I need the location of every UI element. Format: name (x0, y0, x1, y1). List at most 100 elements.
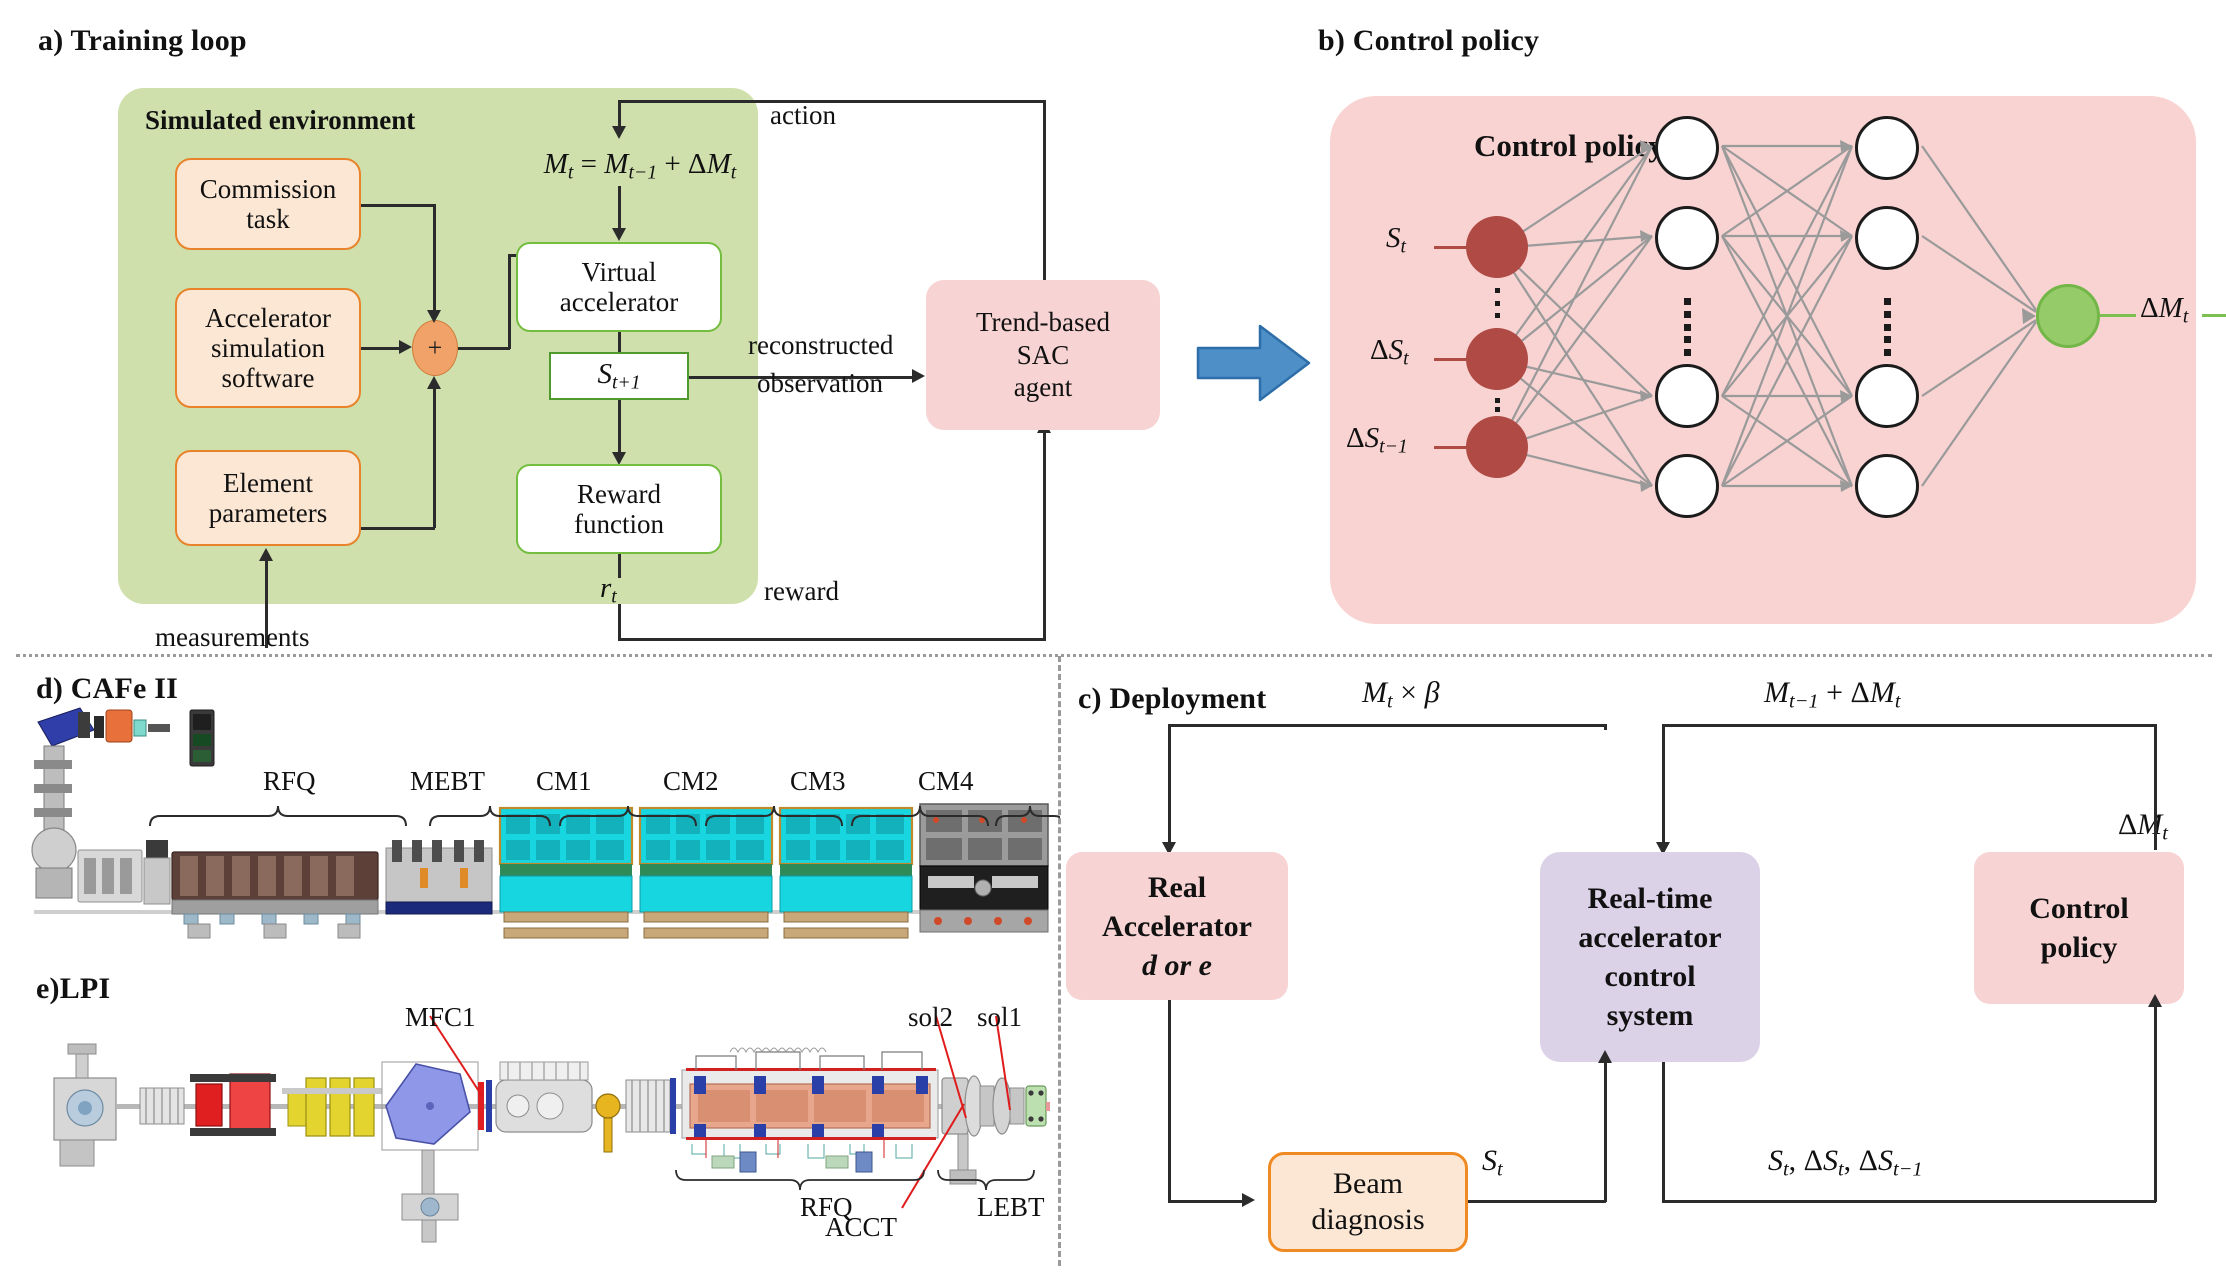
input-label-dst1: ΔSt−1 (1346, 422, 1408, 458)
element-parameters-box[interactable]: Element parameters (175, 450, 361, 546)
deploy-policy-line1: Control (2029, 892, 2129, 925)
measurements-label: measurements (155, 622, 310, 652)
horizontal-divider (16, 654, 2212, 657)
agent-line2: SAC (1016, 339, 1070, 370)
edge-c-policy-riser (2154, 724, 2157, 850)
cafe2-label-mebt: MEBT (410, 766, 486, 796)
rtacs-line3: control (1604, 960, 1696, 993)
real-accelerator-box[interactable]: Real Accelerator d or e (1066, 852, 1288, 1000)
hidden1-node-2 (1655, 206, 1719, 270)
arrowhead-commission-to-sum (427, 310, 441, 323)
edge-element-to-sum-v (433, 388, 436, 528)
arrowhead-accelsim-to-sum (399, 340, 412, 354)
virtual-accelerator-box[interactable]: Virtual accelerator (516, 242, 722, 332)
transition-arrow-icon (1196, 324, 1311, 402)
commission-task-line2: task (246, 204, 290, 234)
arrowhead-observation (912, 369, 925, 383)
cafe2-section-braces (149, 805, 1060, 827)
edge-mt-to-virtual (618, 186, 621, 234)
input-label-st: St (1386, 222, 1406, 258)
reward-function-box[interactable]: Reward function (516, 464, 722, 554)
lpi-callout-sol1: sol1 (977, 1002, 1023, 1032)
edge-sum-to-virtual-h (458, 347, 510, 350)
hidden1-ellipsis (1683, 298, 1691, 356)
edge-realaccel-to-beam-h (1168, 1200, 1246, 1203)
beam-diagnosis-box[interactable]: Beam diagnosis (1268, 1152, 1468, 1252)
edge-element-to-sum-h (361, 527, 435, 530)
accel-sim-line2: simulation (211, 332, 325, 363)
edge-commission-to-sum-h (361, 204, 435, 207)
agent-line1: Trend-based (976, 306, 1110, 337)
plus-symbol: + (427, 333, 443, 362)
rtacs-line1: Real-time (1587, 882, 1713, 915)
reward-function-line1: Reward (577, 478, 661, 509)
input-node-dst (1466, 328, 1528, 390)
edge-c-top-left-h (1168, 724, 1606, 727)
arrowhead-element-to-sum (427, 376, 441, 389)
hidden2-node-4 (1855, 454, 1919, 518)
state-next-symbol: St+1 (597, 357, 641, 394)
edge-c-top-right-h (1662, 724, 2156, 727)
panel-a-caption: a) Training loop (38, 24, 247, 57)
hidden1-node-1 (1655, 116, 1719, 180)
label-delta-mt: ΔMt (2118, 808, 2168, 845)
real-accelerator-line2: Accelerator (1102, 909, 1252, 943)
accelerator-simulation-software-box[interactable]: Accelerator simulation software (175, 288, 361, 408)
reconstructed-label: reconstructed (748, 330, 894, 360)
virtual-accelerator-line2: accelerator (559, 287, 679, 317)
edge-rtacs-down-v (1662, 1062, 1665, 1202)
commission-task-box[interactable]: Commission task (175, 158, 361, 250)
edge-action-right-v (1043, 100, 1046, 310)
commission-task-line1: Commission (199, 173, 337, 204)
rtacs-line2: accelerator (1578, 921, 1722, 954)
edge-realaccel-down (1168, 1000, 1171, 1202)
edge-c-to-rtacs-v (1662, 724, 1665, 848)
hidden1-node-3 (1655, 364, 1719, 428)
input-ellipsis-1 (1494, 288, 1500, 318)
edge-commission-to-sum-v (433, 204, 436, 314)
deploy-policy-line2: policy (2040, 931, 2118, 964)
element-parameters-line1: Element (223, 467, 313, 498)
input-ellipsis-2 (1494, 398, 1500, 412)
observation-label: observation (757, 368, 883, 398)
hidden2-node-1 (1855, 116, 1919, 180)
cafe2-label-rfq: RFQ (263, 766, 316, 796)
reward-function-line2: function (574, 509, 664, 539)
edge-beam-to-rtacs-v (1604, 1062, 1607, 1202)
accel-sim-line1: Accelerator (205, 302, 331, 333)
lpi-label-rfq: RFQ (800, 1192, 853, 1222)
edge-reward-stub (618, 554, 621, 578)
agent-line3: agent (1013, 372, 1073, 403)
hidden2-node-3 (1855, 364, 1919, 428)
arrowhead-mt-to-virtual (612, 228, 626, 241)
input-node-st (1466, 216, 1528, 278)
update-rule-equation: Mt = Mt−1 + ΔMt (543, 148, 737, 184)
edge-virtual-to-state (618, 332, 621, 354)
label-mt-beta: Mt × β (1362, 676, 1440, 713)
panel-c-caption: c) Deployment (1078, 682, 1267, 715)
edge-reward-h (618, 638, 1046, 641)
cafe2-label-cm4: CM4 (918, 766, 974, 796)
cafe2-label-cm1: CM1 (536, 766, 592, 796)
arrowhead-action (612, 126, 626, 139)
trend-based-sac-agent-box[interactable]: Trend-based SAC agent (926, 280, 1160, 430)
lpi-callout-sol2: sol2 (908, 1002, 954, 1032)
cafe2-label-cm2: CM2 (663, 766, 719, 796)
output-node (2036, 284, 2100, 348)
action-label: action (770, 100, 836, 130)
edge-c-top-left-riser (1604, 724, 1607, 730)
deployment-control-policy-box[interactable]: Control policy (1974, 852, 2184, 1004)
edge-c-to-realaccel-v (1168, 724, 1171, 848)
beam-diagnosis-line1: Beam (1333, 1167, 1403, 1200)
simulated-environment-title: Simulated environment (145, 105, 416, 135)
beam-diagnosis-line2: diagnosis (1311, 1203, 1425, 1236)
arrowhead-beam-to-rtacs (1598, 1050, 1612, 1063)
realtime-control-system-box[interactable]: Real-time accelerator control system (1540, 852, 1760, 1062)
edge-to-policy-up-v (2154, 1006, 2157, 1202)
input-label-dst: ΔSt (1370, 334, 1409, 370)
hidden2-ellipsis (1883, 298, 1891, 356)
input-node-dst1 (1466, 416, 1528, 478)
edge-sum-to-virtual-v (508, 254, 511, 349)
element-parameters-line2: parameters (208, 498, 328, 528)
accel-sim-line3: software (221, 363, 315, 394)
